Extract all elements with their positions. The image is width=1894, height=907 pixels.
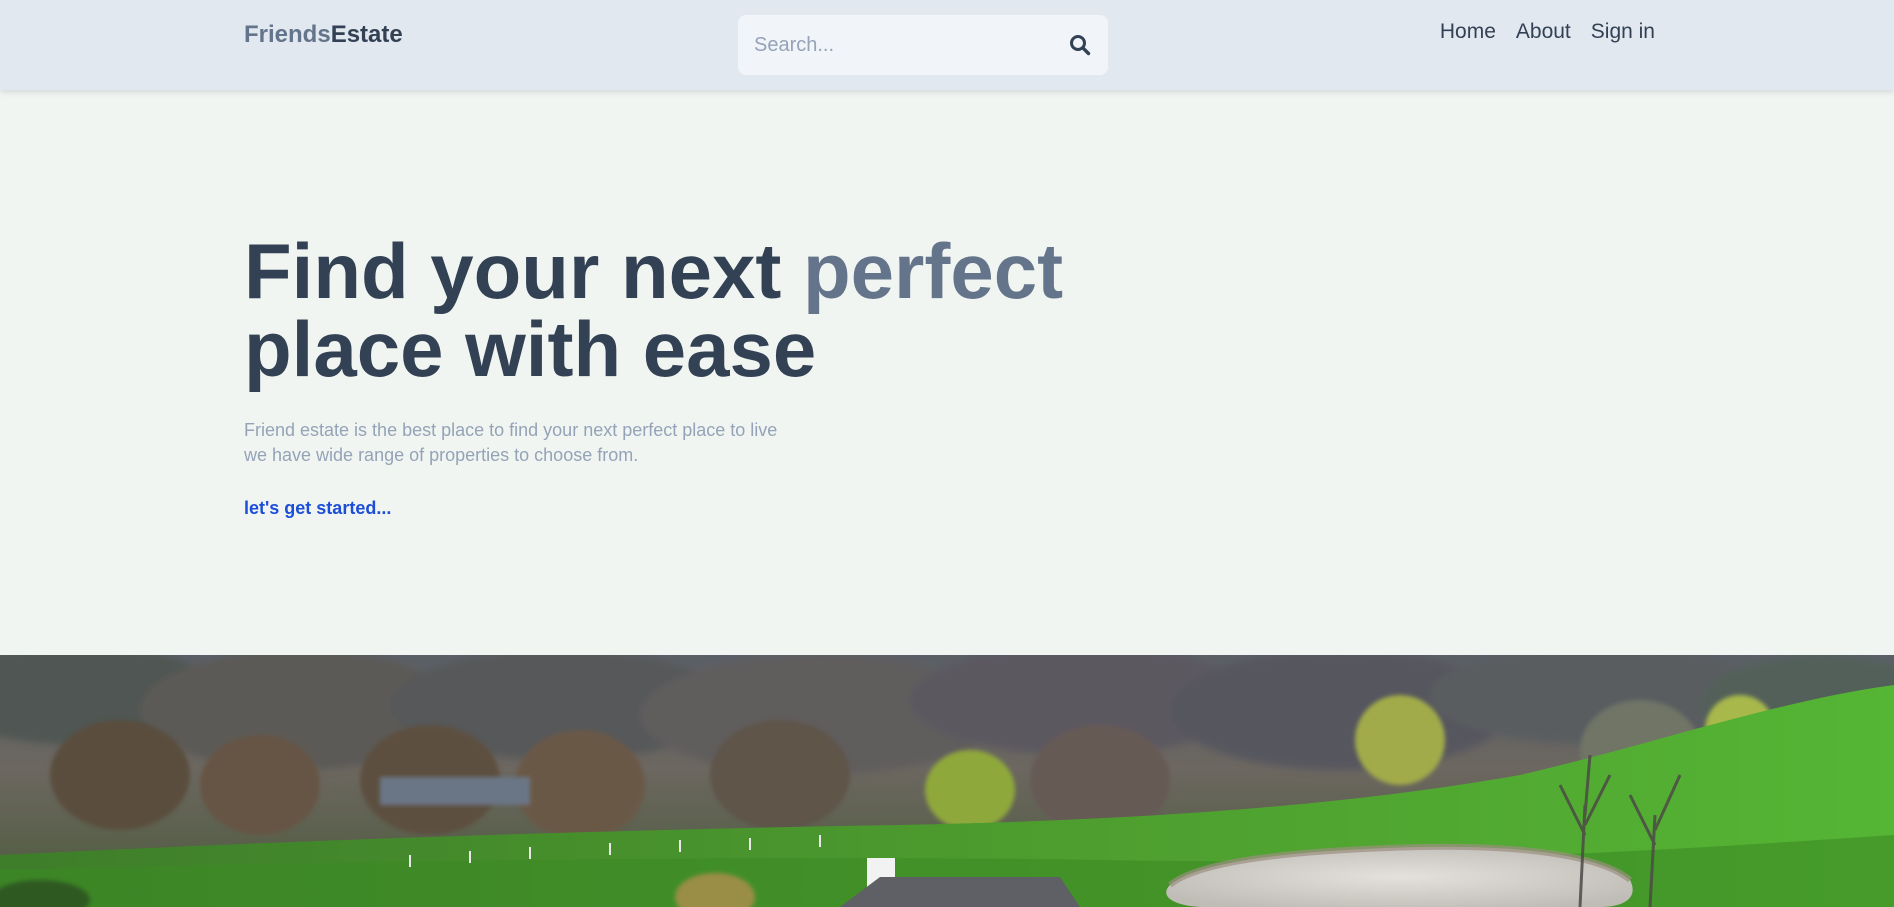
hero-title-accent: perfect bbox=[803, 227, 1064, 315]
main-nav: Home About Sign in bbox=[1440, 18, 1655, 46]
site-logo[interactable]: FriendsEstate bbox=[244, 20, 403, 50]
nav-about-link[interactable]: About bbox=[1516, 18, 1571, 46]
hero-description: Friend estate is the best place to find … bbox=[244, 418, 784, 468]
hero-section: Find your next perfect place with ease F… bbox=[244, 232, 1144, 519]
logo-first-part: Friends bbox=[244, 21, 331, 48]
search-icon[interactable] bbox=[1066, 31, 1094, 59]
logo-second-part: Estate bbox=[330, 21, 403, 48]
nav-home-link[interactable]: Home bbox=[1440, 18, 1496, 46]
top-header: FriendsEstate Home About Sign in bbox=[0, 0, 1894, 90]
hero-title-part1: Find your next bbox=[244, 227, 804, 315]
search-input[interactable] bbox=[752, 25, 1066, 65]
nav-sign-in-link[interactable]: Sign in bbox=[1591, 18, 1655, 46]
search-bar bbox=[738, 15, 1108, 75]
hero-description-line2: we have wide range of properties to choo… bbox=[244, 445, 639, 465]
landscape-photo bbox=[0, 655, 1894, 907]
get-started-link[interactable]: let's get started... bbox=[244, 498, 391, 519]
hero-description-line1: Friend estate is the best place to find … bbox=[244, 420, 778, 440]
hero-title: Find your next perfect place with ease bbox=[244, 232, 1144, 388]
hero-title-part2: place with ease bbox=[244, 305, 817, 393]
